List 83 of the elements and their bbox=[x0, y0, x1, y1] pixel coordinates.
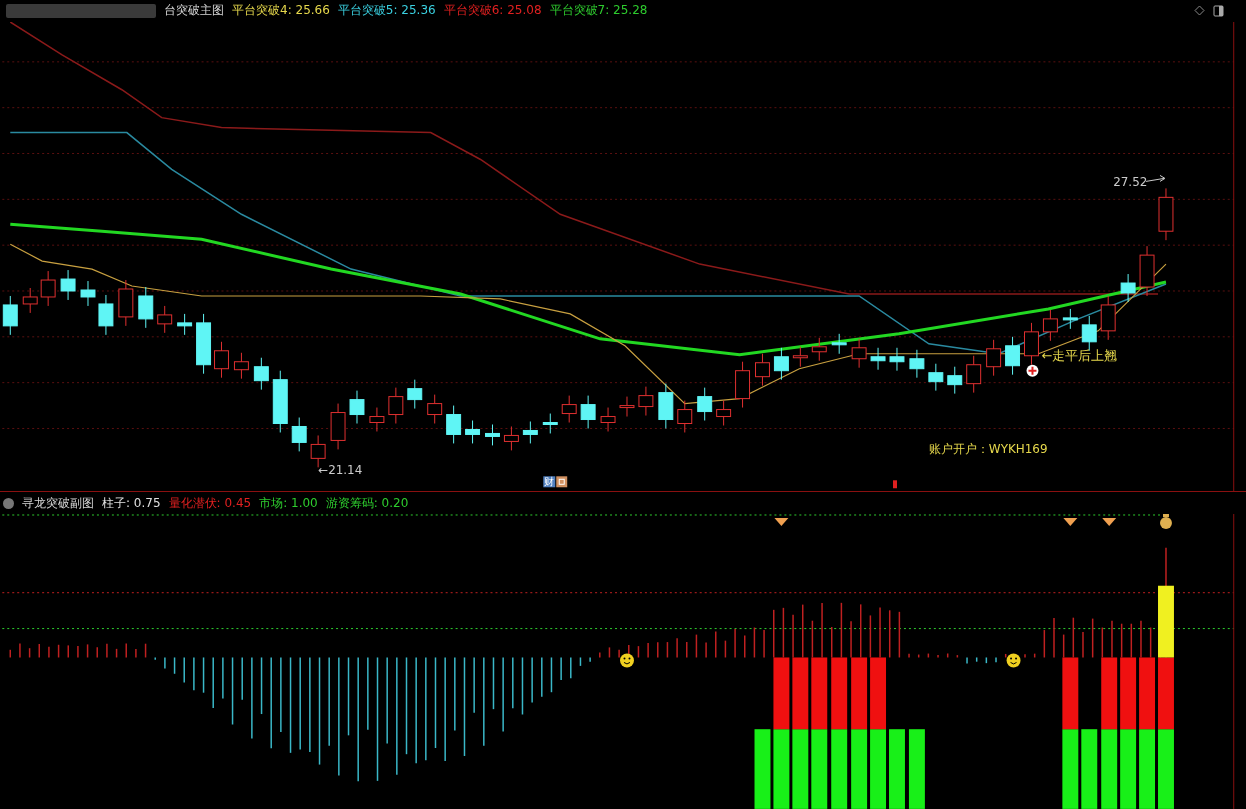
candlestick bbox=[831, 333, 847, 355]
candlestick bbox=[889, 347, 905, 372]
candlestick bbox=[986, 339, 1002, 377]
candlestick bbox=[561, 395, 577, 423]
legend-value: 平台突破4: 25.66 bbox=[232, 2, 330, 20]
window-icon[interactable] bbox=[1213, 4, 1224, 17]
candlestick bbox=[928, 363, 944, 392]
chart-title: 台突破主图 bbox=[164, 2, 224, 20]
legend-value: 市场: 1.00 bbox=[259, 494, 318, 512]
candlestick bbox=[253, 357, 269, 391]
candlestick bbox=[465, 419, 481, 444]
plus-icon bbox=[1026, 364, 1039, 377]
candlestick bbox=[138, 286, 154, 329]
candlestick bbox=[291, 416, 307, 452]
candlestick bbox=[1158, 187, 1174, 241]
legend-value: 平台突破6: 25.08 bbox=[443, 2, 542, 20]
marker-icon bbox=[893, 480, 897, 489]
high-arrow bbox=[1145, 174, 1166, 182]
legend-value: 游资筹码: 0.20 bbox=[325, 494, 409, 512]
smiley-icon bbox=[620, 653, 634, 668]
candlestick bbox=[851, 338, 867, 369]
candlestick bbox=[811, 337, 827, 362]
candlestick bbox=[369, 407, 385, 432]
candlestick bbox=[638, 386, 654, 416]
signal-label: ←走平后上翘 bbox=[1041, 347, 1118, 363]
candlestick bbox=[349, 390, 365, 424]
chart-title: 寻龙突破副图 bbox=[22, 494, 94, 512]
account-note: 账户开户：WYKH169 bbox=[928, 442, 1048, 457]
candlestick bbox=[388, 387, 404, 424]
candlestick bbox=[716, 400, 732, 426]
collapse-icon[interactable] bbox=[3, 497, 14, 509]
candlestick bbox=[1042, 309, 1058, 342]
candlestick bbox=[1024, 322, 1039, 366]
candlestick bbox=[1139, 245, 1155, 297]
candlestick bbox=[755, 353, 770, 387]
candlestick bbox=[427, 394, 443, 424]
candlestick bbox=[214, 341, 229, 379]
high-price-label: 27.52 bbox=[1113, 175, 1148, 190]
candlestick bbox=[677, 400, 693, 433]
candlestick bbox=[1005, 336, 1020, 376]
candlestick bbox=[773, 347, 789, 381]
money-bag-icon bbox=[1160, 514, 1172, 530]
candlestick bbox=[522, 420, 538, 444]
candlestick bbox=[40, 270, 56, 307]
legend-value: 柱子: 0.75 bbox=[102, 494, 161, 512]
candlestick bbox=[98, 294, 114, 336]
candlestick bbox=[407, 379, 423, 409]
legend-value: 量化潜伏: 0.45 bbox=[168, 494, 252, 512]
candlestick bbox=[118, 279, 134, 327]
candlestick bbox=[947, 366, 963, 395]
candlestick bbox=[619, 396, 635, 417]
candlestick bbox=[870, 347, 886, 371]
candlestick bbox=[330, 403, 346, 450]
candlestick bbox=[503, 425, 519, 451]
candlestick bbox=[233, 352, 249, 380]
low-price-label: ←21.14 bbox=[318, 463, 363, 478]
candlestick bbox=[157, 305, 173, 334]
candlestick bbox=[1120, 273, 1136, 303]
candlestick bbox=[177, 313, 193, 336]
legend-value: 平台突破5: 25.36 bbox=[337, 2, 436, 20]
finance-badge[interactable]: 财 bbox=[543, 476, 556, 488]
candlestick bbox=[22, 287, 38, 314]
candlestick bbox=[735, 361, 751, 408]
candlestick bbox=[60, 269, 76, 301]
candlestick bbox=[697, 387, 713, 421]
candlestick bbox=[196, 313, 212, 375]
candlestick bbox=[80, 280, 96, 307]
candlestick bbox=[600, 407, 616, 432]
candlestick bbox=[272, 370, 288, 433]
candlestick bbox=[658, 383, 674, 429]
candlestick bbox=[2, 295, 18, 336]
smiley-icon bbox=[1006, 653, 1021, 668]
candlestick bbox=[1062, 308, 1078, 330]
candlestick bbox=[909, 349, 925, 379]
candlestick bbox=[446, 405, 462, 444]
candlestick bbox=[1100, 295, 1116, 341]
candlestick bbox=[580, 395, 596, 429]
candlestick bbox=[966, 355, 982, 394]
candlestick bbox=[542, 412, 558, 434]
candlestick bbox=[792, 346, 808, 368]
candlestick bbox=[485, 423, 500, 446]
legend-value: 平台突破7: 25.28 bbox=[549, 2, 648, 20]
calendar-icon[interactable] bbox=[556, 476, 568, 488]
